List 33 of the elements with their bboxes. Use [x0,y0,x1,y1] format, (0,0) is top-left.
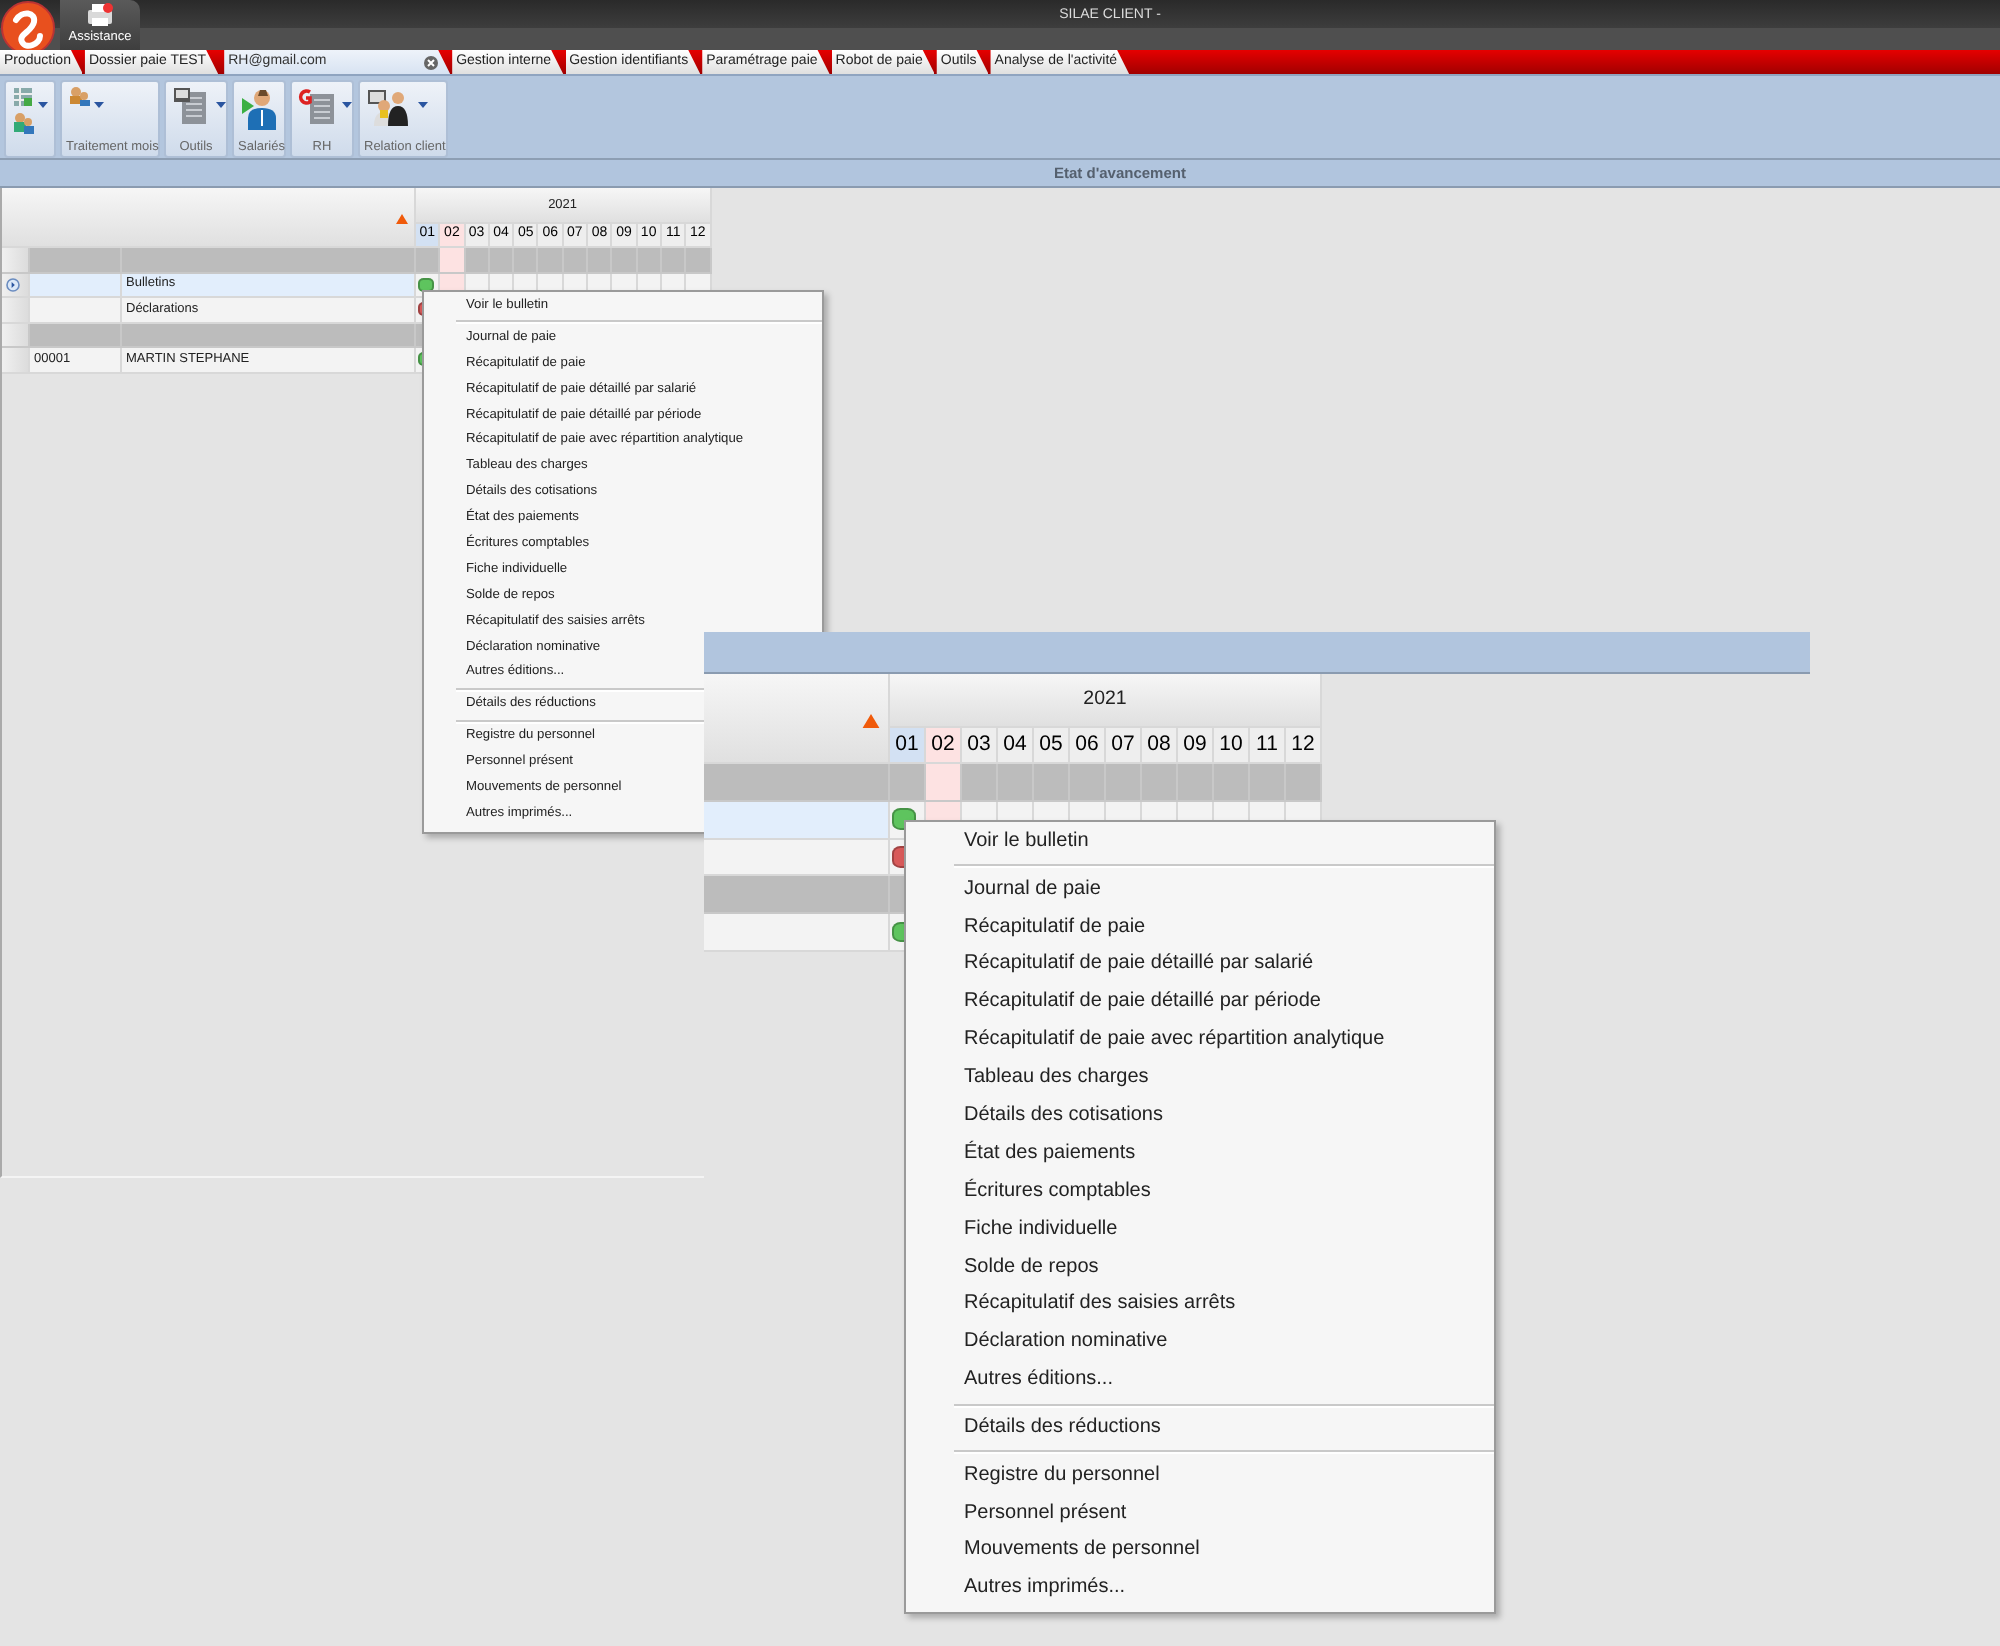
menu-item[interactable]: Voir le bulletin [964,824,1089,862]
menu-item[interactable]: Détails des réductions [964,1409,1161,1448]
month-header[interactable]: 01 [890,728,926,764]
menu-item[interactable]: État des paiements [964,1135,1136,1174]
menu-item[interactable]: Écritures comptables [964,1173,1151,1212]
menu-item[interactable]: Registre du personnel [964,1457,1160,1496]
month-header[interactable]: 08 [1142,728,1178,764]
menu-item[interactable]: Tableau des charges [964,1060,1149,1099]
menu-item[interactable]: Fiche individuelle [964,1211,1118,1250]
month-header[interactable]: 12 [1286,728,1322,764]
menu-item[interactable]: Mouvements de personnel [964,1532,1200,1571]
menu-item[interactable]: Récapitulatif de paie détaillé par salarié [964,946,1314,985]
menu-item[interactable]: Solde de repos [964,1249,1099,1287]
month-header[interactable]: 02 [926,728,962,764]
month-header[interactable]: 03 [962,728,998,764]
month-header[interactable]: 07 [1106,728,1142,764]
month-header[interactable]: 06 [1070,728,1106,764]
menu-item[interactable]: Récapitulatif de paie avec répartition analytique [964,1022,1385,1061]
menu-item[interactable]: Récapitulatif de paie [964,909,1146,947]
year-header: 2021 [890,674,1322,728]
menu-item[interactable]: Autres éditions... [964,1362,1113,1401]
month-header[interactable]: 05 [1034,728,1070,764]
menu-item[interactable]: Personnel présent [964,1495,1127,1533]
menu-item[interactable]: Journal de paie [964,871,1101,910]
menu-item[interactable]: Récapitulatif de paie détaillé par période [964,984,1321,1023]
month-header[interactable]: 11 [1250,728,1286,764]
menu-item[interactable]: Déclaration nominative [964,1324,1168,1363]
menu-item[interactable]: Détails des cotisations [964,1098,1163,1136]
month-header[interactable]: 10 [1214,728,1250,764]
menu-item[interactable]: Récapitulatif des saisies arrêts [964,1286,1236,1325]
month-header[interactable]: 04 [998,728,1034,764]
menu-item[interactable]: Autres imprimés... [964,1570,1126,1609]
month-header[interactable]: 09 [1178,728,1214,764]
